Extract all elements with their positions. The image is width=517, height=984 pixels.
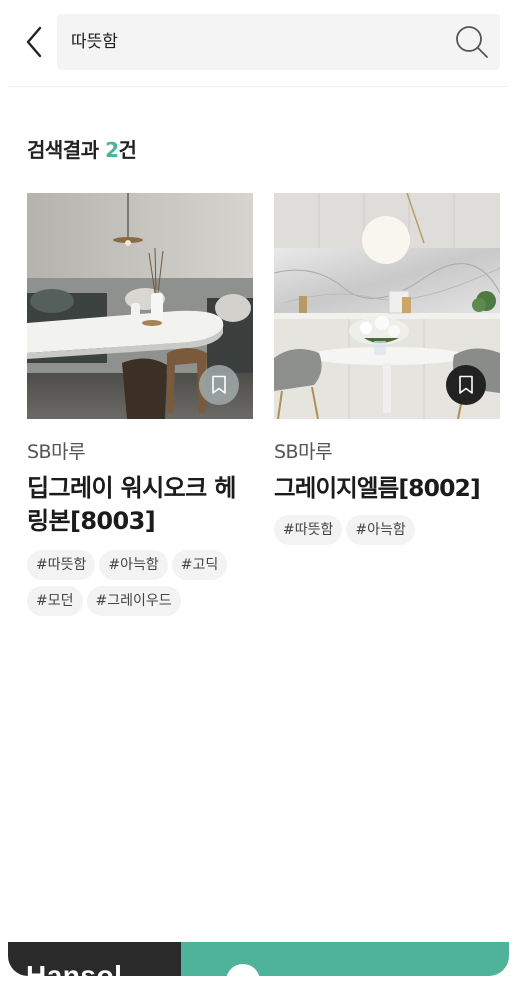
search-bar xyxy=(57,14,500,70)
tag[interactable]: #아늑함 xyxy=(99,550,168,580)
bookmark-button[interactable] xyxy=(199,365,239,405)
bookmark-button[interactable] xyxy=(446,365,486,405)
result-count-number: 2 xyxy=(105,138,119,162)
bottom-bar: Hansol xyxy=(8,942,509,976)
hansol-logo: Hansol xyxy=(26,960,123,976)
search-icon xyxy=(456,26,488,58)
tag-list: #따뜻함 #아늑함 #고딕 #모던 #그레이우드 xyxy=(27,550,253,616)
bottom-action-icon xyxy=(226,964,260,976)
header-divider xyxy=(8,86,509,87)
bookmark-icon xyxy=(459,375,473,394)
product-image[interactable] xyxy=(274,193,500,419)
product-image[interactable] xyxy=(27,193,253,419)
chevron-left-icon xyxy=(26,26,42,58)
product-brand: SB마루 xyxy=(27,441,86,463)
back-button[interactable] xyxy=(18,24,50,60)
result-count: 검색결과 2건 xyxy=(27,134,137,163)
tag[interactable]: #따뜻함 xyxy=(274,515,343,545)
tag[interactable]: #아늑함 xyxy=(346,515,415,545)
tag[interactable]: #그레이우드 xyxy=(86,586,181,616)
product-brand: SB마루 xyxy=(274,441,333,463)
product-name[interactable]: 그레이지엘름[8002] xyxy=(274,472,500,505)
bottom-action-button[interactable] xyxy=(181,942,509,976)
tag[interactable]: #따뜻함 xyxy=(27,550,96,580)
result-count-prefix: 검색결과 xyxy=(27,138,106,162)
tag[interactable]: #고딕 xyxy=(171,550,228,580)
product-card[interactable]: SB마루 딥그레이 워시오크 헤링본[8003] #따뜻함 #아늑함 #고딕 #… xyxy=(27,193,253,616)
result-count-suffix: 건 xyxy=(118,138,137,162)
product-name[interactable]: 딥그레이 워시오크 헤링본[8003] xyxy=(27,472,253,538)
product-card[interactable]: SB마루 그레이지엘름[8002] #따뜻함 #아늑함 xyxy=(274,193,500,545)
header xyxy=(0,0,517,86)
bookmark-icon xyxy=(212,375,226,394)
tag-list: #따뜻함 #아늑함 xyxy=(274,515,500,545)
bottom-brand-button[interactable]: Hansol xyxy=(8,942,181,976)
search-input[interactable] xyxy=(71,14,431,70)
tag[interactable]: #모던 xyxy=(27,586,83,616)
search-button[interactable] xyxy=(454,24,490,60)
